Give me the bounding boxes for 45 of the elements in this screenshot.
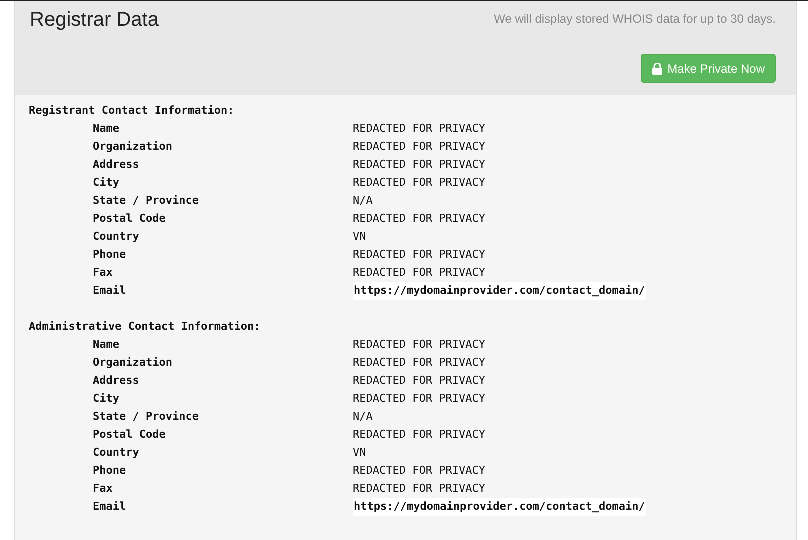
email-link[interactable]: https://mydomainprovider.com/contact_domain/ [353,498,646,516]
field-label: City [93,175,120,191]
field-value: VN [353,229,366,245]
field-label: Country [93,229,140,245]
field-value: VN [353,445,366,461]
field-label: State / Province [93,193,199,209]
field-value: REDACTED FOR PRIVACY [353,427,486,443]
field-value: REDACTED FOR PRIVACY [353,211,486,227]
field-value: REDACTED FOR PRIVACY [353,247,486,263]
field-value: N/A [353,193,373,209]
field-label: Phone [93,463,126,479]
section-heading: Administrative Contact Information: [29,319,262,335]
field-value: REDACTED FOR PRIVACY [353,391,486,407]
field-label: Address [93,373,140,389]
retention-note: We will display stored WHOIS data for up to 30 days. [494,12,776,28]
field-value: REDACTED FOR PRIVACY [353,139,486,155]
field-value: REDACTED FOR PRIVACY [353,337,486,353]
field-label: Address [93,157,140,173]
field-value: REDACTED FOR PRIVACY [353,157,486,173]
field-value: REDACTED FOR PRIVACY [353,373,486,389]
field-label: Fax [93,265,113,281]
field-label: Organization [93,355,172,371]
field-label: Name [93,337,120,353]
field-value: REDACTED FOR PRIVACY [353,265,486,281]
field-value: REDACTED FOR PRIVACY [353,175,486,191]
email-link[interactable]: https://mydomainprovider.com/contact_domain/ [353,282,646,300]
field-label: Email [93,283,126,299]
field-label: Email [93,499,126,515]
field-value: REDACTED FOR PRIVACY [353,481,486,497]
field-label: Postal Code [93,211,166,227]
field-value: REDACTED FOR PRIVACY [353,463,486,479]
field-label: Postal Code [93,427,166,443]
section-heading: Registrant Contact Information: [29,103,236,119]
field-value: N/A [353,409,373,425]
field-label: Name [93,121,120,137]
field-label: Phone [93,247,126,263]
lock-icon [652,62,663,74]
field-label: Organization [93,139,172,155]
field-value: REDACTED FOR PRIVACY [353,355,486,371]
panel-title: Registrar Data [30,9,160,33]
field-label: City [93,391,120,407]
field-value: REDACTED FOR PRIVACY [353,121,486,137]
field-label: Country [93,445,140,461]
field-label: Fax [93,481,113,497]
field-label: State / Province [93,409,199,425]
